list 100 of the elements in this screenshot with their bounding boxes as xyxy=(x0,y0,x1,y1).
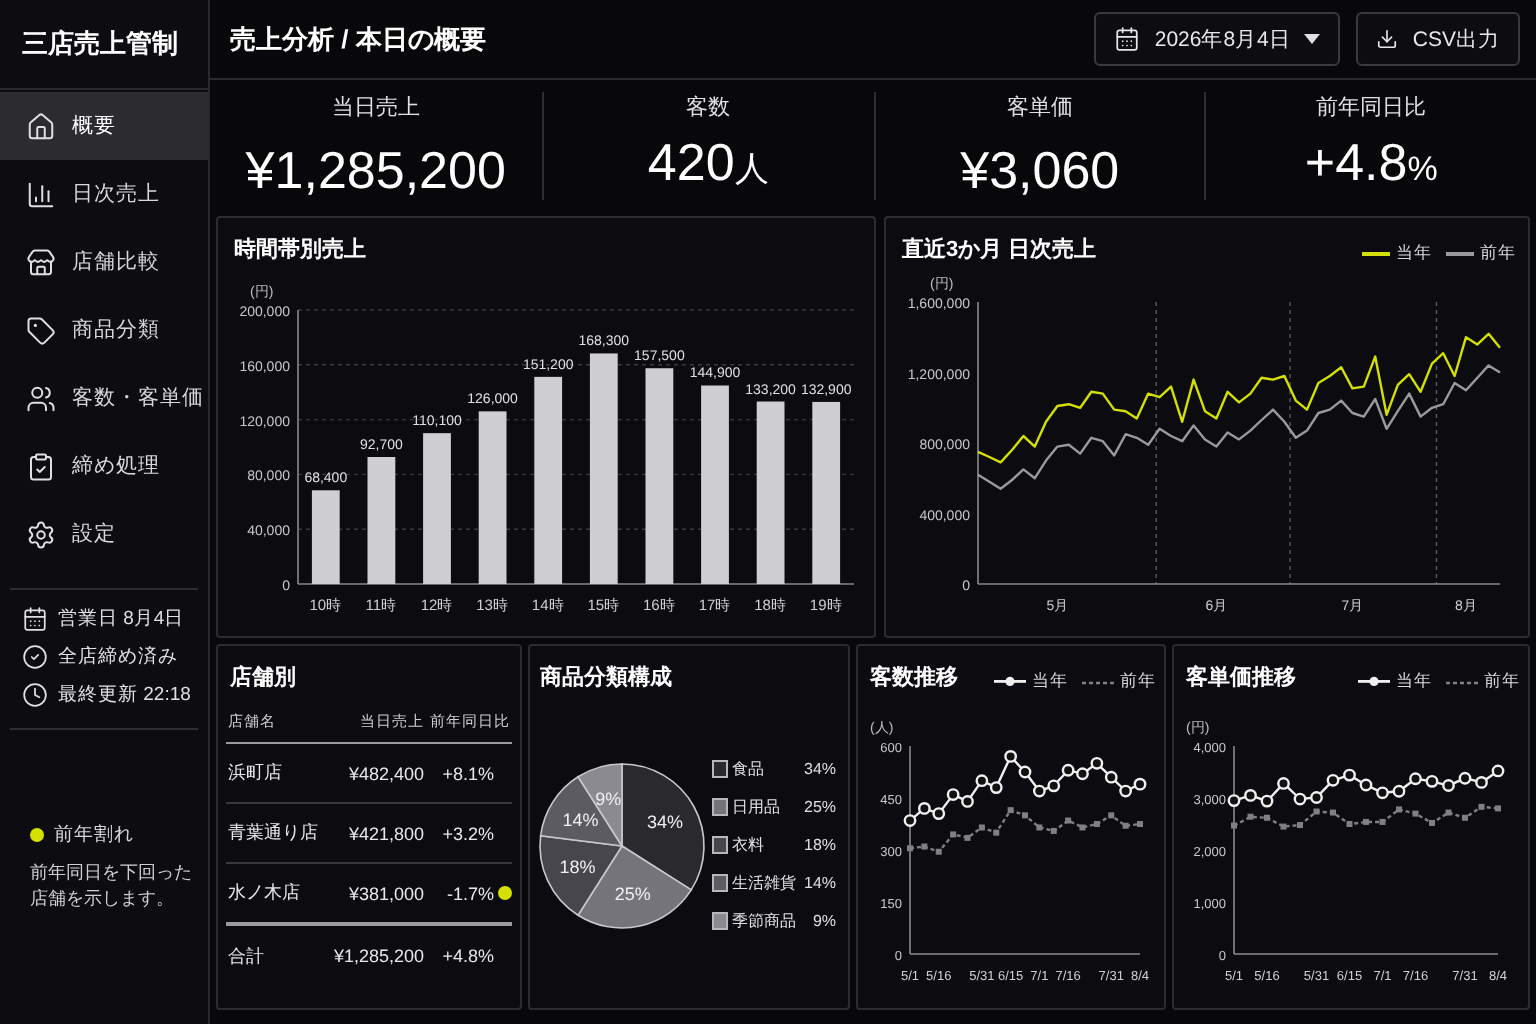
data-point xyxy=(1122,822,1129,829)
table-cell-text: ¥482,400 xyxy=(346,763,424,783)
data-point xyxy=(1244,789,1257,802)
legend-label: 当年 xyxy=(1396,242,1432,266)
data-point xyxy=(1260,794,1274,808)
table-cell: -1.7% xyxy=(446,883,494,903)
panel-title: 店舗別 xyxy=(230,663,296,691)
nav-item[interactable]: 概要 xyxy=(0,92,208,160)
data-point xyxy=(1445,809,1452,816)
legend-label: 生活雑貨 xyxy=(732,872,798,894)
data-point xyxy=(1277,777,1290,790)
tag-icon xyxy=(26,315,56,345)
nav-item[interactable]: 商品分類 xyxy=(0,296,208,364)
data-point xyxy=(993,829,1000,836)
data-point xyxy=(1379,818,1386,825)
table-cell: +3.2% xyxy=(442,823,494,843)
data-point xyxy=(1247,813,1254,820)
data-point xyxy=(1330,809,1336,816)
data-point xyxy=(1396,806,1402,813)
dotted-line-icon xyxy=(1082,679,1114,685)
legend-label: 当年 xyxy=(1032,670,1068,694)
data-point xyxy=(1036,824,1043,831)
legend-label: 前年割れ xyxy=(54,822,134,848)
data-point xyxy=(1231,822,1237,829)
data-point xyxy=(1442,779,1455,792)
data-point xyxy=(1363,818,1369,825)
nav-item[interactable]: 締め処理 xyxy=(0,432,208,500)
legend-label: 食品 xyxy=(732,758,766,780)
kpi-value: ¥3,060 xyxy=(960,139,1120,199)
line-swatch-icon xyxy=(1362,250,1390,258)
data-point xyxy=(1425,774,1439,788)
page-title: 売上分析 / 本日の概要 xyxy=(230,21,486,57)
data-point xyxy=(1007,807,1014,814)
settings-icon xyxy=(26,519,56,549)
legend-value: 14% xyxy=(804,874,836,892)
data-point xyxy=(921,843,928,850)
table-cell-text: ¥1,285,200 xyxy=(331,946,424,966)
table-cell-text: 合計 xyxy=(228,943,266,969)
data-point xyxy=(950,831,957,838)
data-point xyxy=(1280,823,1287,830)
legend-value: 18% xyxy=(804,836,836,854)
date-picker[interactable]: 2026年8月4日 xyxy=(1094,12,1341,66)
data-point xyxy=(1346,821,1353,827)
table-cell-text: ¥381,000 xyxy=(346,883,424,903)
kpi-value: 420人 xyxy=(647,131,769,195)
panel-title: 時間帯別売上 xyxy=(234,235,366,263)
data-point xyxy=(1478,803,1485,810)
data-point xyxy=(1108,812,1115,819)
dotted-line-icon xyxy=(1446,679,1478,685)
check-circle-icon xyxy=(22,644,48,670)
table-cell-text: 水ノ木店 xyxy=(228,880,302,906)
line-swatch-icon xyxy=(1446,250,1474,258)
table-cell-text: 浜町店 xyxy=(228,760,284,786)
data-point xyxy=(1137,821,1143,827)
data-point xyxy=(1495,805,1501,812)
home-icon xyxy=(26,111,56,141)
panel-title: 商品分類構成 xyxy=(540,663,672,691)
table-cell: +8.1% xyxy=(442,763,494,783)
nav-item[interactable]: 店舗比較 xyxy=(0,228,208,296)
data-point xyxy=(1227,794,1241,807)
data-point xyxy=(935,848,942,855)
clipboard-check-icon xyxy=(26,451,56,481)
data-point xyxy=(1326,773,1340,787)
legend-label: 前年 xyxy=(1480,242,1516,266)
nav-item[interactable]: 設定 xyxy=(0,500,208,568)
nav-item[interactable]: 客数・客単価 xyxy=(0,364,208,432)
data-point xyxy=(964,834,971,841)
slice-label: 9% xyxy=(595,787,622,808)
data-point xyxy=(1293,792,1307,806)
table-cell: +4.8% xyxy=(442,946,494,966)
data-point xyxy=(1429,819,1435,826)
data-point xyxy=(1310,791,1323,804)
data-point xyxy=(1462,814,1468,821)
data-point xyxy=(1079,824,1086,831)
data-point xyxy=(1065,817,1072,824)
data-point xyxy=(1264,814,1270,821)
kpi-label: 客数 xyxy=(686,93,731,121)
nav-item[interactable]: 日次売上 xyxy=(0,160,208,228)
legend-label: 当年 xyxy=(1396,670,1432,694)
slice-label: 25% xyxy=(614,883,651,903)
export-button[interactable]: CSV出力 xyxy=(1356,12,1520,66)
data-point xyxy=(1392,784,1406,798)
clock-icon xyxy=(22,682,48,708)
data-point xyxy=(1093,821,1100,827)
kpi-value: ¥1,285,200 xyxy=(245,139,506,199)
data-point xyxy=(1313,808,1320,815)
users-icon xyxy=(26,383,56,413)
data-point xyxy=(1475,776,1488,789)
kpi-label: 客単価 xyxy=(1006,93,1073,121)
panel-title: 客単価推移 xyxy=(1186,663,1296,691)
legend-label: 衣料 xyxy=(732,834,766,856)
legend-label: 日用品 xyxy=(732,796,782,818)
bar xyxy=(367,457,396,584)
data-point xyxy=(907,845,913,852)
data-point xyxy=(1297,822,1303,829)
kpi-label: 当日売上 xyxy=(331,93,420,121)
data-point xyxy=(1491,764,1505,778)
data-point xyxy=(1359,778,1373,792)
line-marker-icon xyxy=(1358,676,1390,688)
kpi-value: +4.8% xyxy=(1304,131,1438,195)
